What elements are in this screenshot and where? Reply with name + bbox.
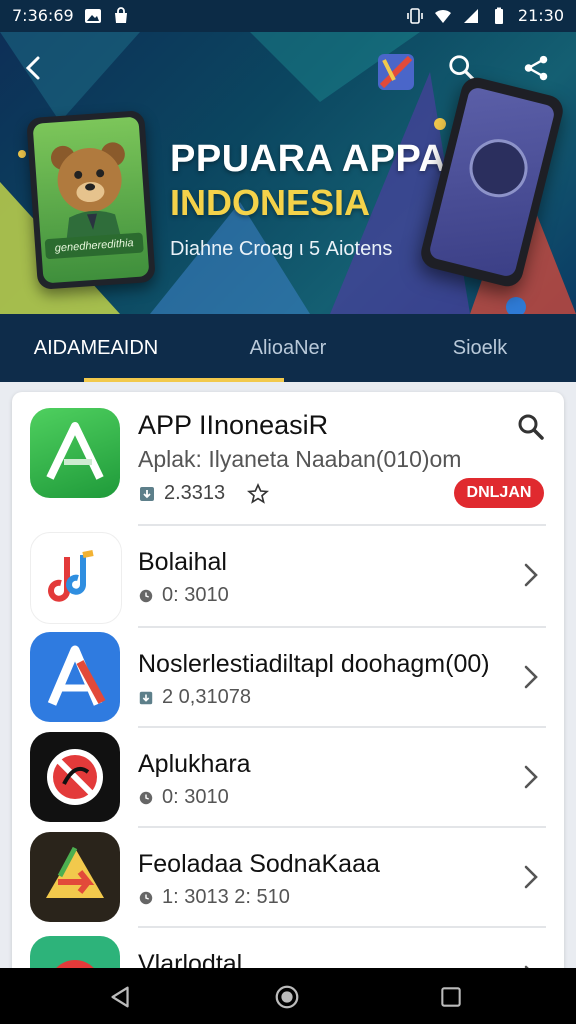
bear-illustration: genedheredithia <box>32 116 150 284</box>
featured-app[interactable]: APP IInoneasiR Aplak: Ilyaneta Naaban(01… <box>12 392 564 524</box>
signal-icon <box>462 7 480 25</box>
clock-icon <box>139 891 153 904</box>
shopping-bag-notification-icon <box>112 6 130 25</box>
hero-banner: genedheredithia PPUARA APPA INDONESIA Di… <box>0 32 576 314</box>
tab-label: AIDAMEAIDN <box>33 336 159 359</box>
featured-app-count: 2.3313 <box>164 482 226 504</box>
app-meta-text: 0: 3010 <box>162 786 229 808</box>
clock-icon <box>139 791 153 804</box>
download-badge-button[interactable]: DNLJAN <box>454 478 544 508</box>
status-bar: 7:36:69 21:30 <box>0 0 576 32</box>
app-meta: 0: 3010 <box>138 584 229 607</box>
green-a-app-icon <box>30 408 120 498</box>
app-meta-text: 0: 3010 <box>162 584 229 606</box>
tab-alioaner[interactable]: AlioaNer <box>192 314 384 382</box>
chevron-left-icon <box>25 56 40 80</box>
app-meta-text: 2 0,31078 <box>162 686 251 708</box>
app-meta-text: 1: 3013 2: 510 <box>162 886 290 908</box>
bear-mascot-card: genedheredithia <box>26 110 156 290</box>
share-icon <box>524 55 548 81</box>
hero-subtitle: Diahne Croag ι 5 Aiotens <box>170 238 393 260</box>
blue-a-app-icon <box>30 632 120 722</box>
tab-label: AlioaNer <box>249 336 327 359</box>
app-meta: 2 0,31078 <box>138 686 251 709</box>
app-title: Bolaihal <box>138 548 227 576</box>
tab-sioelk[interactable]: Sioelk <box>384 314 576 382</box>
download-icon <box>139 691 153 704</box>
app-title: Feoladaa SodnaKaaa <box>138 850 380 878</box>
tab-label: Sioelk <box>452 336 508 359</box>
nav-back-button[interactable] <box>106 982 136 1012</box>
active-tab-indicator <box>84 378 284 382</box>
gallery-notification-icon <box>84 7 102 25</box>
app-logo-icon <box>374 50 418 94</box>
featured-app-subtitle: Aplak: Ilyaneta Naaban(010)om <box>138 446 462 472</box>
featured-app-meta: 2.3313 <box>138 482 270 505</box>
chevron-right-icon <box>518 560 544 590</box>
list-item[interactable]: Bolaihal 0: 3010 <box>12 526 564 626</box>
status-clock: 21:30 <box>517 6 564 25</box>
red-logo-app-icon <box>30 732 120 822</box>
wifi-icon <box>434 7 452 25</box>
clock-icon <box>139 589 153 602</box>
star-icon <box>247 482 270 504</box>
yellow-arrow-app-icon <box>30 832 120 922</box>
hero-title: PPUARA APPA <box>170 138 447 180</box>
vibrate-icon <box>406 7 424 25</box>
music-app-icon <box>30 532 122 624</box>
nav-home-button[interactable] <box>272 982 302 1012</box>
nav-recents-button[interactable] <box>436 982 466 1012</box>
status-time: 7:36:69 <box>12 6 74 25</box>
battery-icon <box>490 7 508 25</box>
list-item[interactable]: Feoladaa SodnaKaaa 1: 3013 2: 510 <box>12 828 564 928</box>
square-recents-icon <box>441 987 461 1007</box>
hero-title-country: INDONESIA <box>170 182 371 223</box>
back-button[interactable] <box>18 52 50 84</box>
chevron-right-icon <box>518 862 544 892</box>
chevron-right-icon <box>518 762 544 792</box>
tab-bar: AIDAMEAIDN AlioaNer Sioelk <box>0 314 576 382</box>
tab-aidameaidn[interactable]: AIDAMEAIDN <box>0 314 192 382</box>
app-title: Noslerlestiadiltapl doohagm(00) <box>138 650 490 678</box>
chevron-right-icon <box>518 662 544 692</box>
list-item[interactable]: Aplukhara 0: 3010 <box>12 728 564 828</box>
search-icon <box>518 414 544 440</box>
app-meta: 1: 3013 2: 510 <box>138 886 290 909</box>
featured-app-title: APP IInoneasiR <box>138 410 329 440</box>
app-title: Aplukhara <box>138 750 251 778</box>
app-list-card: APP IInoneasiR Aplak: Ilyaneta Naaban(01… <box>12 392 564 992</box>
system-nav-bar <box>0 968 576 1024</box>
triangle-back-icon <box>111 986 129 1008</box>
featured-search-button[interactable] <box>516 412 546 442</box>
list-item[interactable]: Noslerlestiadiltapl doohagm(00) 2 0,3107… <box>12 628 564 728</box>
home-circle-icon <box>275 985 299 1009</box>
download-icon <box>140 486 154 501</box>
app-meta: 0: 3010 <box>138 786 229 809</box>
share-button[interactable] <box>520 52 552 84</box>
phone-app-icon <box>463 133 534 204</box>
